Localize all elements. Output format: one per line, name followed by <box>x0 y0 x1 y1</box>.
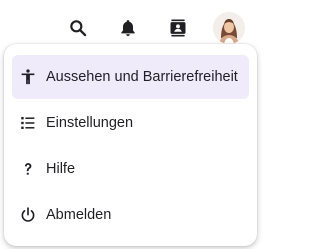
menu-item-label: Aussehen und Barrierefreiheit <box>46 69 238 85</box>
contacts-icon[interactable] <box>166 16 190 40</box>
list-settings-icon <box>19 114 37 132</box>
menu-item-settings[interactable]: Einstellungen <box>12 101 249 145</box>
menu-item-logout[interactable]: Abmelden <box>12 193 249 237</box>
menu-item-label: Abmelden <box>46 207 112 223</box>
accessibility-icon <box>19 68 37 86</box>
menu-item-appearance-accessibility[interactable]: Aussehen und Barrierefreiheit <box>12 55 249 99</box>
power-icon <box>19 206 37 224</box>
user-avatar[interactable] <box>213 12 245 44</box>
menu-item-label: Hilfe <box>46 161 76 177</box>
search-icon[interactable] <box>66 16 90 40</box>
menu-item-label: Einstellungen <box>46 115 134 131</box>
bell-icon[interactable] <box>116 16 140 40</box>
account-menu: Aussehen und Barrierefreiheit Einstellun… <box>4 44 257 246</box>
help-icon <box>19 160 37 178</box>
menu-item-help[interactable]: Hilfe <box>12 147 249 191</box>
